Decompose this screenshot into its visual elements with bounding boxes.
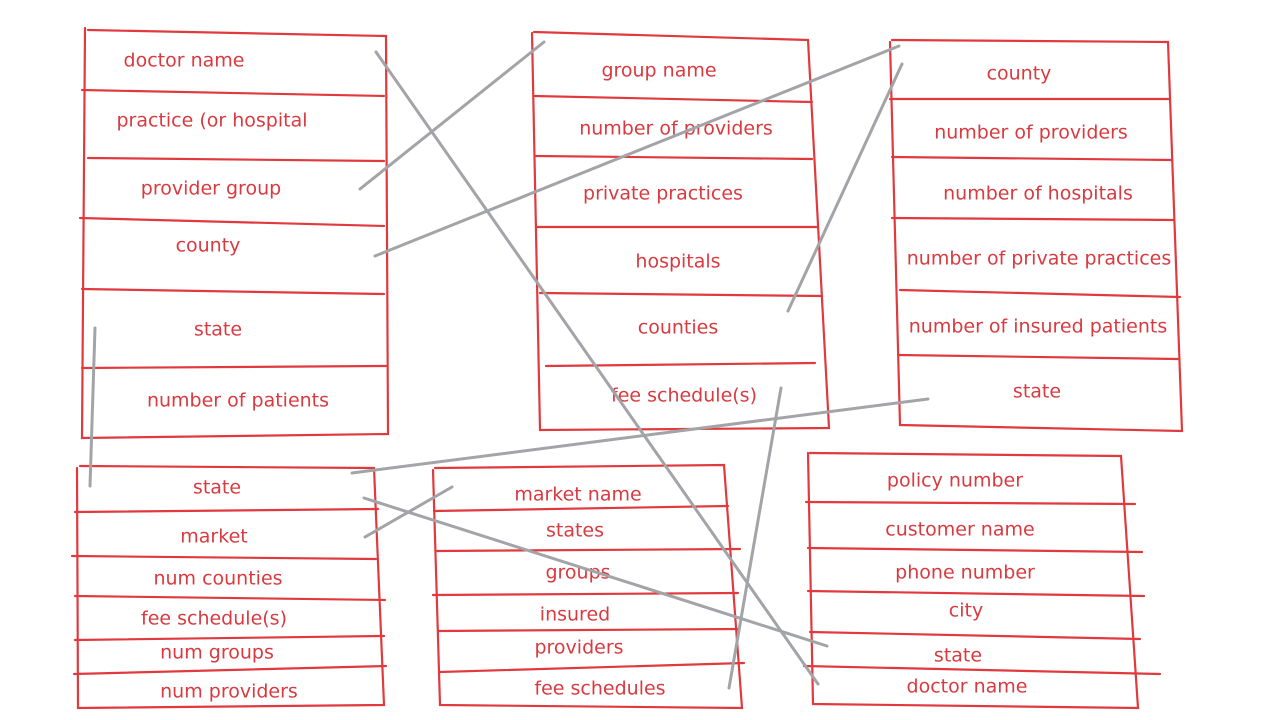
row-divider xyxy=(534,154,814,161)
field-fee-schedules: fee schedules xyxy=(534,678,665,700)
field-city: city xyxy=(949,600,983,622)
row-divider xyxy=(80,287,386,296)
row-divider xyxy=(73,507,380,514)
field-county: county xyxy=(987,63,1052,85)
field-state: state xyxy=(194,319,242,341)
row-divider xyxy=(70,554,378,561)
table-county: county number of providers number of hospi… xyxy=(888,38,1184,433)
table-state: state market num counties fee schedule(s) nu… xyxy=(70,464,388,710)
field-insured: insured xyxy=(540,604,610,626)
field-customer-name: customer name xyxy=(885,519,1034,541)
connector-doctor-doctor-name-to-policy-doctor-name xyxy=(374,50,820,686)
field-doctor-name: doctor name xyxy=(124,50,245,72)
row-divider xyxy=(808,630,1142,641)
row-divider xyxy=(890,216,1176,222)
field-number-of-insured-patients: number of insured patients xyxy=(909,316,1168,338)
schema-diagram: doctor name practice (or hospital provider… xyxy=(70,26,1184,710)
field-market: market xyxy=(180,526,247,548)
field-number-of-hospitals: number of hospitals xyxy=(943,183,1133,205)
field-market-name: market name xyxy=(514,484,641,506)
field-states: states xyxy=(546,520,604,542)
field-hospitals: hospitals xyxy=(635,251,720,273)
row-divider xyxy=(438,661,746,674)
row-divider xyxy=(806,589,1146,598)
field-policy-number: policy number xyxy=(887,470,1023,492)
field-fee-schedule-s: fee schedule(s) xyxy=(141,608,287,630)
row-divider xyxy=(544,361,817,368)
field-private-practices: private practices xyxy=(583,183,743,205)
row-divider xyxy=(78,216,386,228)
row-divider xyxy=(436,627,740,633)
connector-group-fee-schedule-s-to-market-fee-schedules xyxy=(727,386,783,690)
field-num-providers: num providers xyxy=(160,681,298,703)
table-doctor: doctor name practice (or hospital provider… xyxy=(78,26,390,440)
field-group-name: group name xyxy=(601,60,716,82)
field-state: state xyxy=(1013,381,1061,403)
row-divider xyxy=(890,155,1174,162)
field-provider-group: provider group xyxy=(141,178,281,200)
field-doctor-name: doctor name xyxy=(907,676,1028,698)
field-state: state xyxy=(934,645,982,667)
row-divider xyxy=(432,504,730,513)
field-num-counties: num counties xyxy=(153,568,282,590)
field-number-of-providers: number of providers xyxy=(934,122,1128,144)
row-divider xyxy=(431,591,740,597)
row-divider xyxy=(802,664,1162,676)
diagram-canvas: doctor name practice (or hospital provider… xyxy=(0,0,1280,720)
row-divider xyxy=(896,353,1180,361)
row-divider xyxy=(86,156,386,163)
field-counties: counties xyxy=(638,317,718,339)
field-fee-schedule-s: fee schedule(s) xyxy=(611,385,757,407)
table-market: market namestatesgroupsinsuredprovidersf… xyxy=(431,463,746,710)
field-practice-or-hospital: practice (or hospital xyxy=(116,110,307,132)
row-divider xyxy=(898,288,1182,299)
row-divider xyxy=(73,634,386,642)
field-state: state xyxy=(193,477,241,499)
row-divider xyxy=(73,594,387,602)
row-divider xyxy=(434,547,742,553)
row-divider xyxy=(804,500,1137,506)
field-county: county xyxy=(176,235,241,257)
field-providers: providers xyxy=(534,637,623,659)
table-outline xyxy=(80,26,390,440)
row-divider xyxy=(806,546,1144,554)
row-divider xyxy=(80,364,388,370)
row-divider xyxy=(72,664,388,676)
table-policy: policy number customer name phone number ci… xyxy=(802,451,1162,710)
field-number-of-private-practices: number of private practices xyxy=(907,248,1172,270)
row-divider xyxy=(538,291,824,298)
field-num-groups: num groups xyxy=(160,642,274,664)
row-divider xyxy=(80,88,386,98)
connector-doctor-state-to-state-state xyxy=(88,326,97,488)
connector-doctor-provider-group-to-group-group-name xyxy=(358,40,546,191)
field-phone-number: phone number xyxy=(895,562,1035,584)
connector-county-state-to-state-state xyxy=(350,397,930,475)
field-number-of-patients: number of patients xyxy=(147,390,329,412)
